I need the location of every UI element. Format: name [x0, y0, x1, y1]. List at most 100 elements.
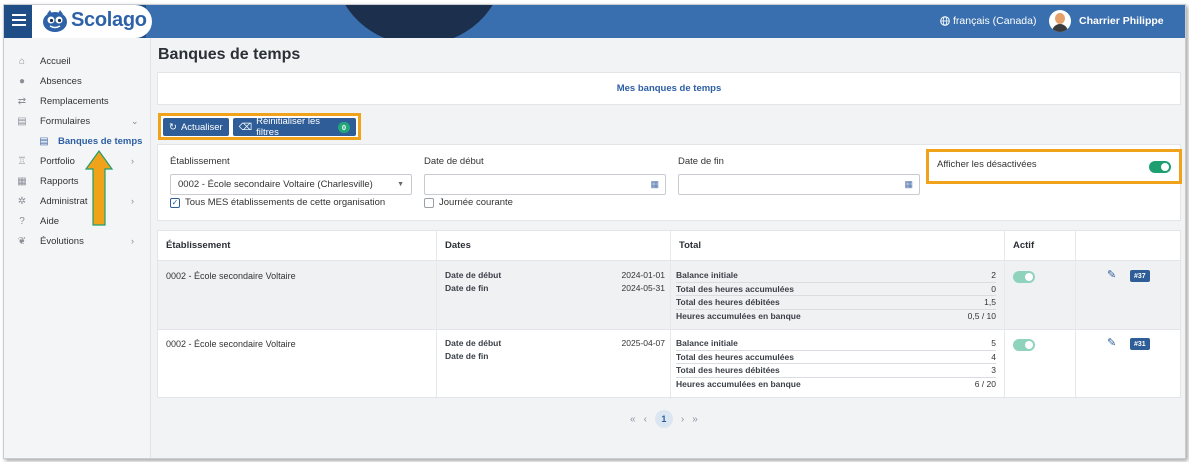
establishment-cell: 0002 - École secondaire Voltaire	[166, 339, 296, 349]
total-value: 0,5 / 10	[967, 310, 996, 321]
column-header-total[interactable]: Total	[671, 231, 1005, 260]
id-badge[interactable]: #31	[1130, 338, 1150, 350]
edit-pencil-icon[interactable]: ✎	[1107, 268, 1116, 281]
prev-page-icon[interactable]: ‹	[644, 414, 647, 425]
sidebar-item-rapports[interactable]: ▦ Rapports	[4, 172, 151, 190]
sidebar-item-evolutions[interactable]: ❦ Évolutions ›	[4, 232, 151, 250]
document-icon: ▤	[39, 135, 49, 147]
chevron-right-icon: ›	[131, 156, 134, 166]
sidebar-item-accueil[interactable]: ⌂ Accueil	[4, 52, 151, 70]
brand-name: Scolago	[71, 9, 147, 31]
end-date-input[interactable]: ▦	[678, 174, 920, 195]
menu-icon[interactable]	[12, 14, 26, 26]
report-icon: ▦	[17, 175, 27, 187]
user-menu[interactable]: Charrier Philippe	[1049, 10, 1164, 32]
calendar-icon: ▦	[650, 179, 659, 189]
sidebar-item-banques-de-temps[interactable]: ▤ Banques de temps	[4, 132, 151, 150]
sidebar-item-label: Accueil	[40, 55, 71, 67]
sidebar-item-label: Aide	[40, 215, 60, 227]
show-disabled-label: Afficher les désactivées	[937, 159, 1037, 170]
edit-pencil-icon[interactable]: ✎	[1107, 336, 1116, 349]
sidebar-item-administration[interactable]: ✲ Administrat ›	[4, 192, 151, 210]
sidebar-item-label: Administrat	[40, 195, 88, 207]
start-date-cell: 2025-04-07	[621, 338, 665, 348]
total-value: 0	[991, 283, 996, 294]
page-button-current[interactable]: 1	[654, 410, 673, 428]
checkbox-checked-icon: ✓	[170, 197, 180, 208]
total-value: 5	[991, 338, 996, 348]
all-establishments-checkbox[interactable]: ✓ Tous MES établissements de cette organ…	[170, 197, 385, 208]
total-value: 2	[991, 270, 996, 280]
sidebar-item-remplacements[interactable]: ⇄ Remplacements	[4, 92, 151, 110]
next-page-icon[interactable]: ›	[681, 414, 684, 425]
refresh-icon: ↻	[169, 121, 177, 133]
active-toggle[interactable]	[1013, 339, 1035, 351]
establishment-cell: 0002 - École secondaire Voltaire	[166, 271, 296, 281]
current-day-checkbox[interactable]: Journée courante	[424, 197, 513, 208]
establishment-select[interactable]: 0002 - École secondaire Voltaire (Charle…	[170, 174, 412, 195]
show-disabled-toggle[interactable]	[1149, 161, 1171, 173]
help-icon: ?	[19, 215, 25, 227]
sprout-icon: ❦	[17, 235, 27, 247]
total-value: 4	[991, 351, 996, 362]
id-badge[interactable]: #37	[1130, 270, 1150, 282]
checkbox-unchecked-icon	[424, 197, 434, 208]
sidebar-item-label: Évolutions	[40, 235, 84, 247]
column-header-dates[interactable]: Dates	[437, 231, 671, 260]
refresh-button[interactable]: ↻ Actualiser	[163, 118, 229, 136]
sidebar-item-label: Formulaires	[40, 115, 91, 127]
column-header-establishment[interactable]: Établissement	[158, 231, 437, 260]
swap-icon: ⇄	[17, 95, 27, 107]
total-label: Heures accumulées en banque	[676, 310, 801, 321]
sidebar-item-portfolio[interactable]: ♖ Portfolio ›	[4, 152, 151, 170]
total-label: Total des heures débitées	[676, 297, 780, 307]
end-date-key: Date de fin	[445, 351, 489, 361]
total-label: Heures accumulées en banque	[676, 378, 801, 389]
first-page-icon[interactable]: «	[630, 414, 636, 425]
chevron-down-icon: ⌄	[131, 115, 139, 126]
sidebar-item-label: Remplacements	[40, 95, 109, 107]
trophy-icon: ♖	[17, 155, 27, 167]
column-header-active[interactable]: Actif	[1005, 231, 1076, 260]
start-date-key: Date de début	[445, 338, 502, 348]
sidebar: ⌂ Accueil ● Absences ⇄ Remplacements ▤ F…	[4, 38, 151, 458]
table-row[interactable]: 0002 - École secondaire Voltaire Date de…	[158, 329, 1180, 399]
sidebar-item-formulaires[interactable]: ▤ Formulaires ⌄	[4, 112, 151, 130]
total-label: Total des heures accumulées	[676, 351, 794, 362]
table-row[interactable]: 0002 - École secondaire Voltaire Date de…	[158, 260, 1180, 330]
filter-reset-icon: ⌫	[238, 121, 253, 133]
reset-filters-label: Réinitialiser les filtres	[256, 116, 321, 138]
all-establishments-label: Tous MES établissements de cette organis…	[185, 197, 386, 208]
total-label: Balance initiale	[676, 338, 738, 348]
form-icon: ▤	[17, 115, 27, 127]
filter-panel: Établissement 0002 - École secondaire Vo…	[157, 144, 1182, 221]
total-value: 1,5	[984, 297, 996, 307]
logo-icon	[43, 10, 67, 32]
sidebar-item-label: Portfolio	[40, 155, 75, 167]
establishment-value: 0002 - École secondaire Voltaire (Charle…	[178, 179, 373, 190]
active-toggle[interactable]	[1013, 271, 1035, 283]
total-value: 3	[991, 365, 996, 375]
tab-bar: Mes banques de temps	[157, 72, 1181, 105]
start-date-input[interactable]: ▦	[424, 174, 666, 195]
end-date-cell: 2024-05-31	[621, 283, 665, 293]
pagination: « ‹ 1 › »	[630, 410, 698, 428]
toolbar-highlight: ↻ Actualiser ⌫ Réinitialiser les filtres…	[158, 113, 361, 140]
tab-mes-banques-de-temps[interactable]: Mes banques de temps	[158, 83, 1180, 94]
end-date-key: Date de fin	[445, 283, 489, 293]
chevron-right-icon: ›	[131, 196, 134, 206]
total-label: Balance initiale	[676, 270, 738, 280]
calendar-icon: ▦	[904, 179, 913, 189]
language-label: français (Canada)	[953, 15, 1037, 27]
establishment-label: Établissement	[170, 156, 230, 167]
main-content: Banques de temps Mes banques de temps ↻ …	[152, 38, 1185, 458]
reset-filters-button[interactable]: ⌫ Réinitialiser les filtres 0	[232, 116, 356, 138]
total-label: Total des heures débitées	[676, 365, 780, 375]
chevron-right-icon: ›	[131, 236, 134, 246]
column-header-actions	[1076, 231, 1180, 260]
language-selector[interactable]: français (Canada)	[940, 15, 1036, 27]
end-date-label: Date de fin	[678, 156, 724, 167]
sidebar-item-aide[interactable]: ? Aide	[4, 212, 151, 230]
sidebar-item-absences[interactable]: ● Absences	[4, 72, 151, 90]
last-page-icon[interactable]: »	[692, 414, 698, 425]
